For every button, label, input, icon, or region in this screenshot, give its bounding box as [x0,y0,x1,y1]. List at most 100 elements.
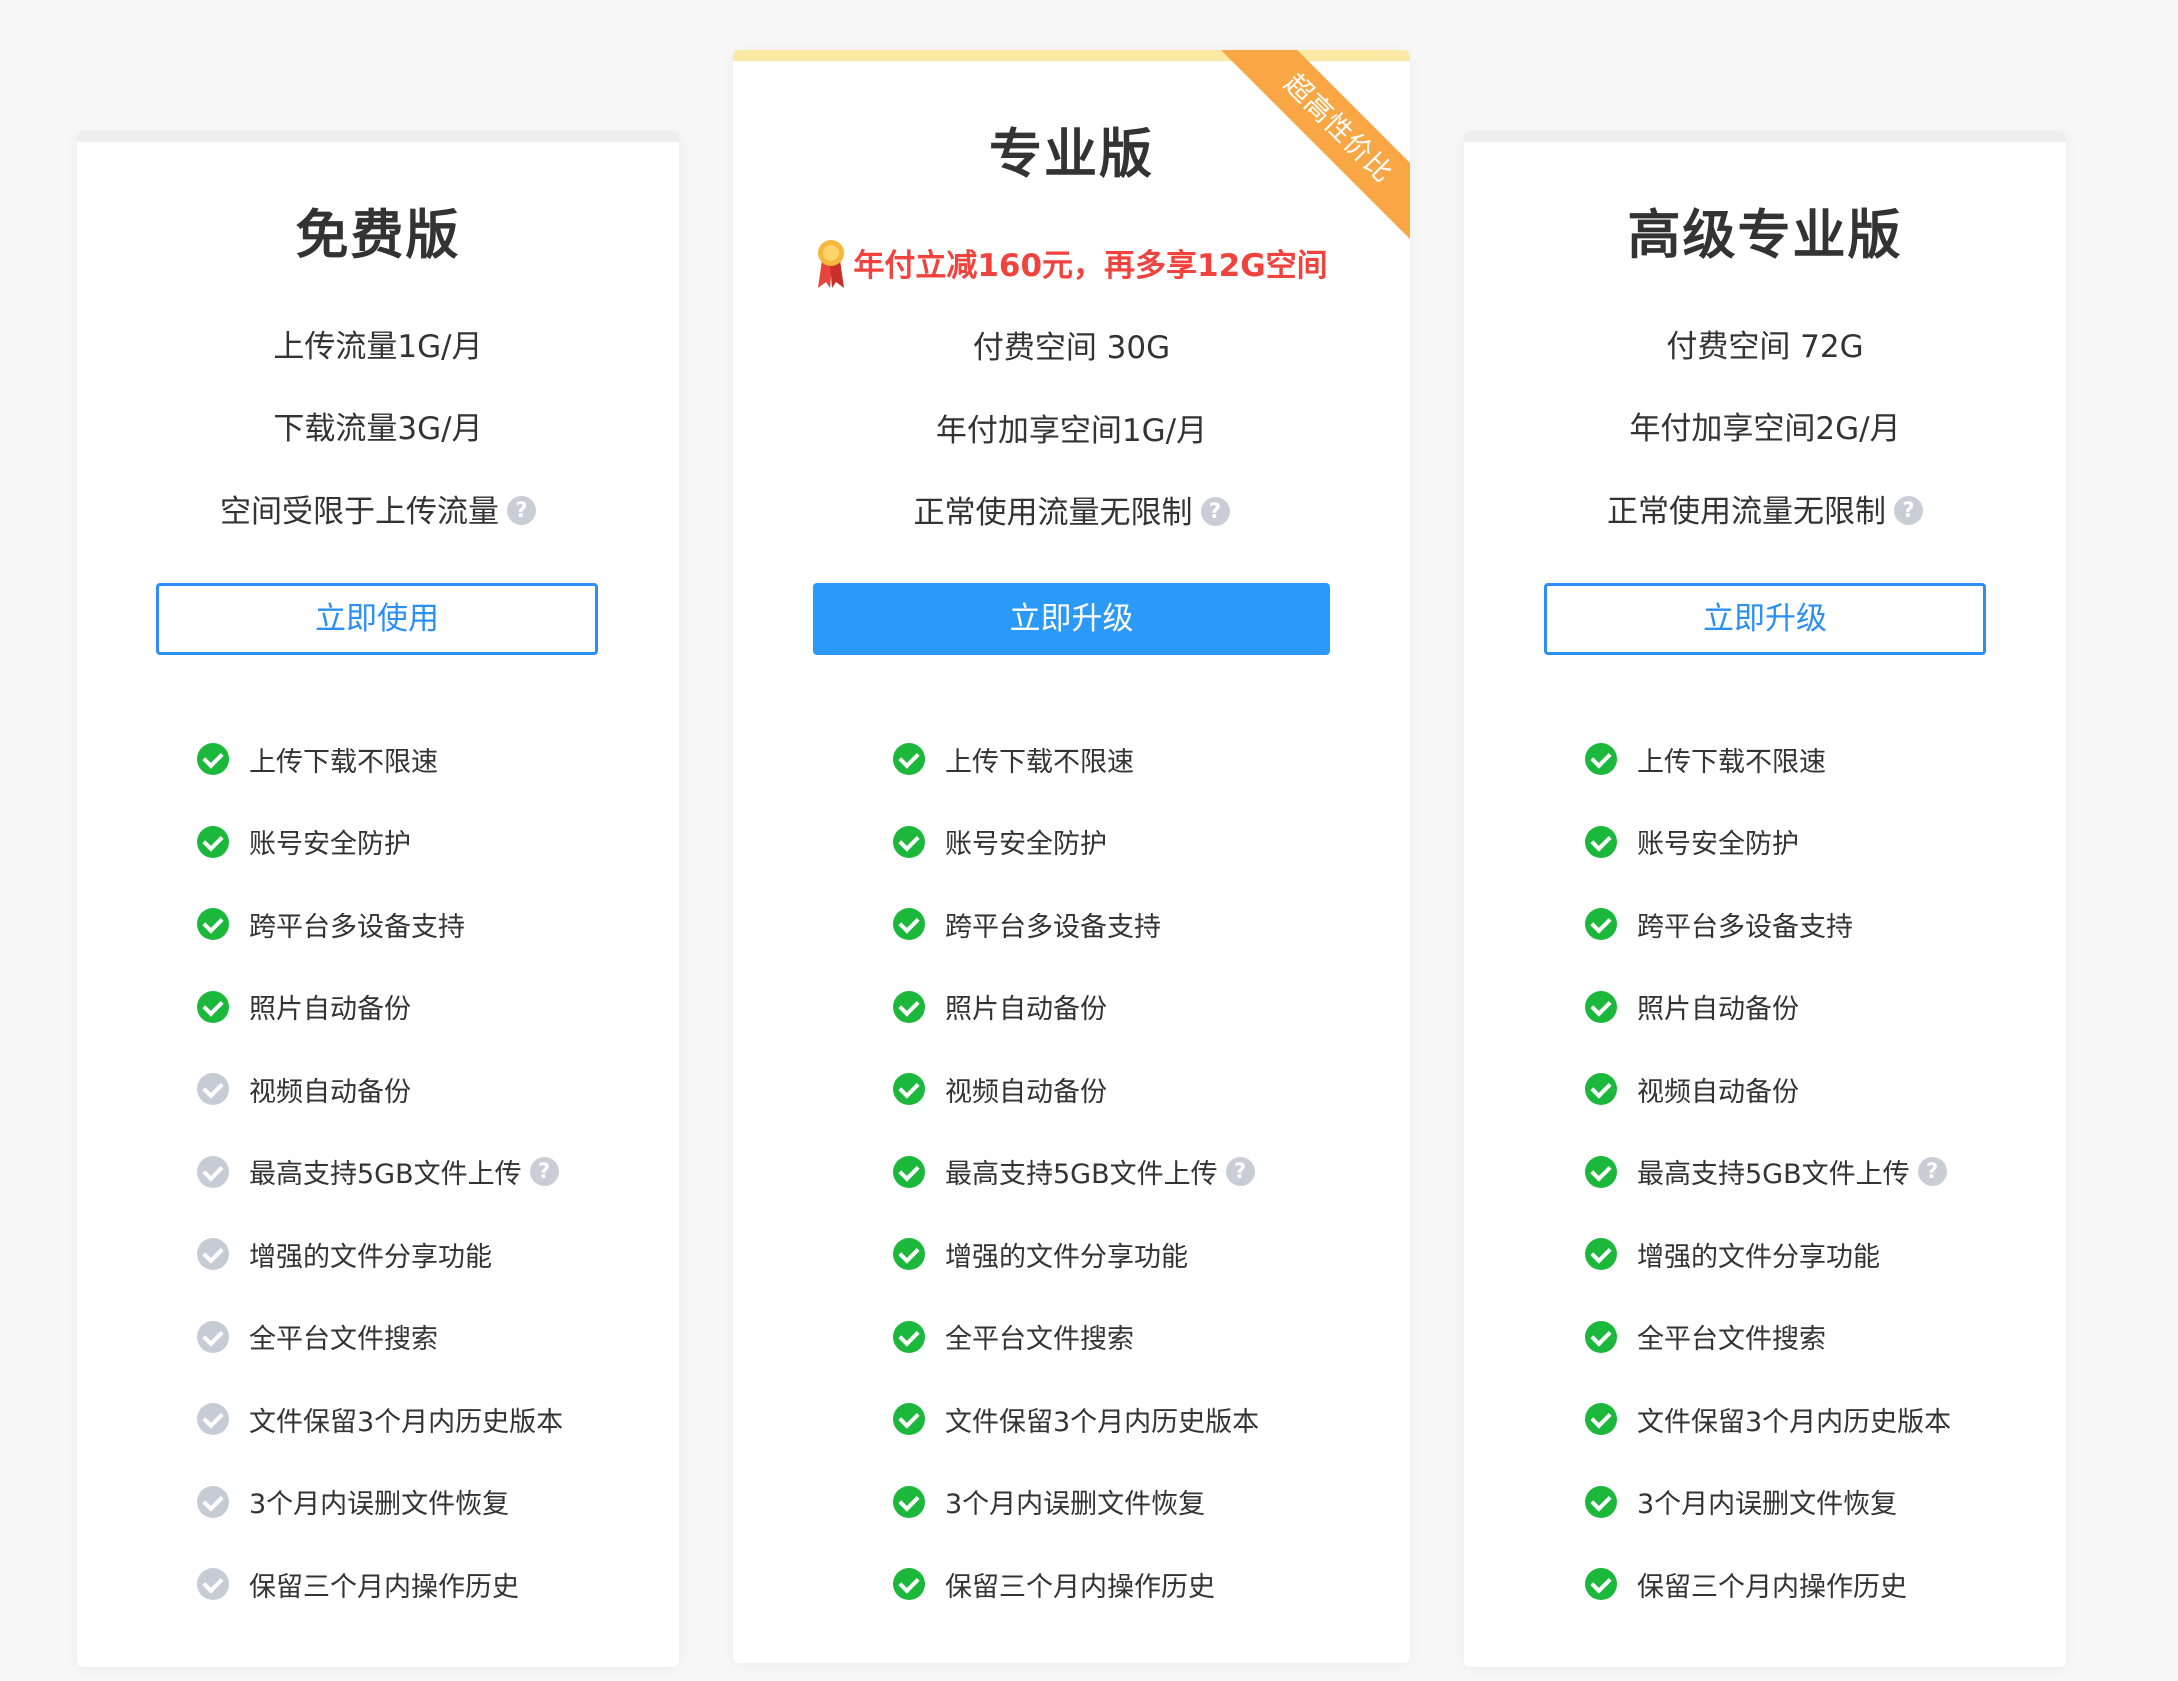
upgrade-button[interactable]: 立即升级 [813,583,1330,655]
upgrade-button[interactable]: 立即升级 [1544,583,1986,655]
feature-item: 保留三个月内操作历史 [893,1543,1259,1626]
feature-label: 增强的文件分享功能 [1637,1241,1880,1273]
feature-item: 最高支持5GB文件上传? [197,1131,563,1214]
card-top-border [1464,131,2066,142]
check-circle-icon [1585,1073,1617,1106]
feature-label: 3个月内误删文件恢复 [945,1489,1206,1521]
plan-spec: 上传流量1G/月 [273,329,483,365]
check-circle-icon [893,908,925,941]
feature-item: 上传下载不限速 [1585,718,1951,801]
feature-item: 最高支持5GB文件上传? [1585,1131,1951,1214]
feature-item: 文件保留3个月内历史版本 [893,1378,1259,1461]
feature-label: 账号安全防护 [1637,829,1799,861]
promo-banner: 年付立减160元，再多享12G空间 [733,239,1410,294]
check-circle-icon [1585,908,1617,941]
check-circle-icon [197,825,229,858]
feature-item: 视频自动备份 [893,1048,1259,1131]
feature-label: 上传下载不限速 [1637,746,1826,778]
check-circle-icon [197,1073,229,1106]
feature-item: 全平台文件搜索 [197,1296,563,1379]
plan-spec: 正常使用流量无限制? [1464,486,2066,531]
check-circle-icon [1585,1485,1617,1518]
check-circle-icon [893,1485,925,1518]
feature-item: 最高支持5GB文件上传? [893,1131,1259,1214]
feature-item: 文件保留3个月内历史版本 [1585,1378,1951,1461]
feature-list: 上传下载不限速 账号安全防护跨平台多设备支持 照片自动备份视频自动备份 最高支持5GB… [1585,718,1951,1626]
feature-item: 账号安全防护 [197,801,563,884]
plan-card-free: 免费版 上传流量1G/月 下载流量3G/月 空间受限于上传流量? 立即使用 上传… [77,131,679,1667]
promo-text: 年付立减160元，再多享12G空间 [853,248,1328,284]
check-circle-icon [197,1238,229,1271]
feature-label: 照片自动备份 [1637,994,1799,1026]
feature-label: 全平台文件搜索 [249,1324,438,1356]
feature-item: 跨平台多设备支持 [197,883,563,966]
plan-card-pro: 超高性价比 专业版 年付立减160元，再多享12G空间 付费空间 30G 年付加… [733,50,1410,1663]
feature-label: 上传下载不限速 [945,746,1134,778]
feature-label: 增强的文件分享功能 [249,1241,492,1273]
feature-list: 上传下载不限速 账号安全防护跨平台多设备支持照片自动备份视频自动备份最高支持5GB… [893,718,1259,1626]
check-circle-icon [1585,743,1617,776]
plan-title: 高级专业版 [1627,205,1903,266]
check-circle-icon [1585,1155,1617,1188]
feature-label: 保留三个月内操作历史 [249,1571,519,1603]
feature-label: 视频自动备份 [945,1076,1107,1108]
check-circle-icon [1585,1403,1617,1436]
plan-spec-label: 正常使用流量无限制 [913,495,1193,531]
check-circle-icon [197,1403,229,1436]
feature-label: 文件保留3个月内历史版本 [1637,1406,1952,1438]
plan-spec: 付费空间 72G [1666,329,1864,365]
feature-item: 保留三个月内操作历史 [197,1543,563,1626]
feature-item: 跨平台多设备支持 [893,883,1259,966]
feature-label: 跨平台多设备支持 [945,911,1161,943]
feature-item: 全平台文件搜索 [893,1296,1259,1379]
feature-label: 保留三个月内操作历史 [945,1571,1215,1603]
feature-item: 视频自动备份 [197,1048,563,1131]
feature-label: 跨平台多设备支持 [249,911,465,943]
question-circle-icon[interactable]: ? [529,1157,559,1187]
check-circle-icon [1585,1238,1617,1271]
use-now-button[interactable]: 立即使用 [156,583,598,655]
plan-spec: 年付加享空间1G/月 [935,413,1208,449]
feature-label: 增强的文件分享功能 [945,1241,1188,1273]
feature-item: 账号安全防护 [1585,801,1951,884]
feature-list: 上传下载不限速 账号安全防护 跨平台多设备支持 照片自动备份 视频自动备份 最高支持5GB… [197,718,563,1626]
feature-item: 3个月内误删文件恢复 [197,1461,563,1544]
check-circle-icon [197,990,229,1023]
feature-label: 文件保留3个月内历史版本 [249,1406,564,1438]
check-circle-icon [893,1320,925,1353]
plan-spec: 空间受限于上传流量? [77,486,679,531]
feature-item: 照片自动备份 [197,966,563,1049]
check-circle-icon [197,1568,229,1601]
check-circle-icon [893,1568,925,1601]
feature-item: 照片自动备份 [893,966,1259,1049]
feature-label: 3个月内误删文件恢复 [1637,1489,1898,1521]
feature-label: 最高支持5GB文件上传 [249,1159,522,1191]
check-circle-icon [893,990,925,1023]
feature-item: 保留三个月内操作历史 [1585,1543,1951,1626]
feature-item: 视频自动备份 [1585,1048,1951,1131]
check-circle-icon [197,1485,229,1518]
plan-spec: 正常使用流量无限制? [733,487,1410,532]
feature-item: 照片自动备份 [1585,966,1951,1049]
question-circle-icon[interactable]: ? [1200,497,1230,526]
question-circle-icon[interactable]: ? [1917,1157,1947,1187]
check-circle-icon [893,1155,925,1188]
card-top-border [77,131,679,142]
check-circle-icon [893,743,925,776]
question-circle-icon[interactable]: ? [507,496,536,525]
question-circle-icon[interactable]: ? [1225,1157,1255,1187]
feature-label: 文件保留3个月内历史版本 [945,1406,1260,1438]
feature-label: 最高支持5GB文件上传 [945,1159,1218,1191]
feature-label: 跨平台多设备支持 [1637,911,1853,943]
plan-spec: 下载流量3G/月 [273,411,483,447]
feature-label: 全平台文件搜索 [1637,1324,1826,1356]
feature-label: 账号安全防护 [945,829,1107,861]
feature-item: 增强的文件分享功能 [893,1213,1259,1296]
question-circle-icon[interactable]: ? [1894,496,1923,525]
feature-item: 3个月内误删文件恢复 [893,1461,1259,1544]
feature-item: 上传下载不限速 [893,718,1259,801]
feature-label: 账号安全防护 [249,829,411,861]
check-circle-icon [1585,1568,1617,1601]
check-circle-icon [893,825,925,858]
plan-spec-label: 空间受限于上传流量 [220,494,499,530]
